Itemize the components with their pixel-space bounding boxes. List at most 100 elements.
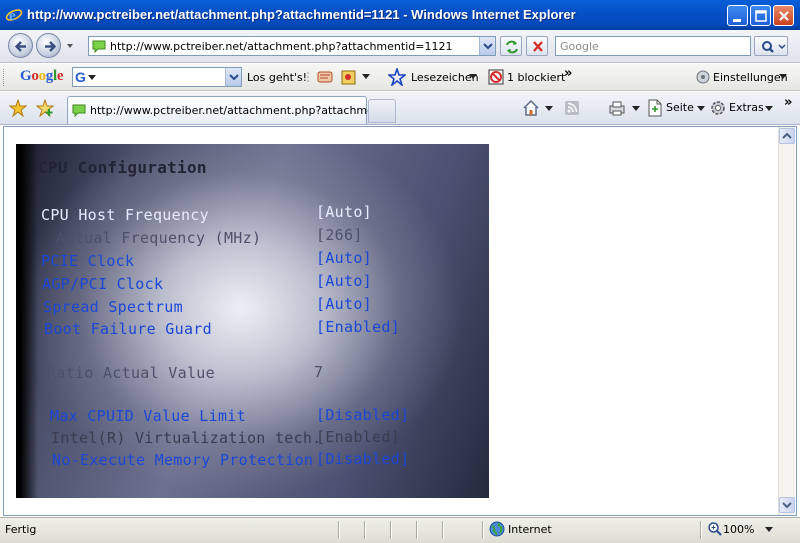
close-button[interactable]	[773, 5, 794, 26]
toolbar-grip	[3, 69, 6, 86]
internet-globe-icon	[489, 521, 505, 537]
home-icon[interactable]	[522, 99, 540, 117]
chevron-up-icon	[782, 132, 792, 139]
tools-menu-button[interactable]: Extras	[729, 101, 764, 114]
favorites-star-icon[interactable]	[9, 99, 27, 117]
page-favicon-icon	[72, 104, 86, 117]
bios-row-value: [Disabled]	[316, 406, 410, 424]
bios-row-value: [Enabled]	[316, 318, 400, 336]
toolbar-more-button[interactable]: »	[564, 66, 572, 81]
status-text: Fertig	[5, 523, 37, 536]
stop-button[interactable]	[526, 36, 548, 56]
address-url[interactable]: http://www.pctreiber.net/attachment.php?…	[110, 40, 452, 53]
forward-arrow-icon	[45, 41, 57, 52]
vertical-scrollbar[interactable]	[778, 127, 795, 515]
chevron-down-icon[interactable]	[632, 106, 640, 112]
scroll-up-button[interactable]	[779, 128, 795, 144]
history-dropdown-icon[interactable]	[66, 42, 74, 50]
commandbar-more-button[interactable]: »	[784, 95, 792, 110]
chevron-down-icon	[229, 74, 239, 81]
google-go-button[interactable]: Los geht's!	[247, 71, 307, 84]
stop-icon	[533, 41, 543, 52]
address-dropdown-button[interactable]	[479, 37, 495, 55]
google-g-icon: G	[75, 69, 86, 85]
google-search-input[interactable]: G	[72, 67, 242, 87]
chevron-down-icon[interactable]	[765, 527, 773, 533]
window-title: http://www.pctreiber.net/attachment.php?…	[27, 7, 576, 22]
close-icon	[779, 11, 789, 21]
bios-row-label: Actual Frequency (MHz)	[56, 229, 262, 247]
google-search-dropdown[interactable]	[225, 68, 241, 86]
search-input[interactable]: Google	[560, 40, 599, 53]
bios-row-label: Max CPUID Value Limit	[50, 407, 246, 425]
search-box[interactable]: Google	[555, 36, 751, 56]
address-bar[interactable]: http://www.pctreiber.net/attachment.php?…	[88, 36, 496, 56]
bios-row-value: [Auto]	[316, 249, 372, 267]
search-icon	[762, 41, 786, 53]
scroll-down-button[interactable]	[779, 497, 795, 513]
back-button[interactable]	[8, 33, 33, 58]
gear-icon[interactable]	[709, 99, 727, 117]
maximize-icon	[755, 10, 767, 22]
chevron-down-icon	[483, 43, 493, 50]
bios-row-label: No-Execute Memory Protection	[52, 451, 314, 469]
refresh-button[interactable]	[500, 36, 522, 56]
bios-row-value: [Disabled]	[316, 450, 410, 468]
page-menu-button[interactable]: Seite	[666, 101, 694, 114]
rss-feed-icon[interactable]	[564, 100, 580, 116]
security-zone-label: Internet	[508, 523, 552, 536]
chevron-down-icon	[782, 502, 792, 509]
zoom-icon[interactable]	[707, 521, 723, 537]
minimize-icon	[733, 19, 741, 22]
chevron-down-icon	[765, 106, 773, 111]
print-icon[interactable]	[607, 99, 627, 117]
puzzle-icon[interactable]	[339, 67, 359, 87]
bios-row-value: [Auto]	[316, 272, 372, 290]
refresh-icon	[506, 40, 518, 54]
forward-button[interactable]	[36, 33, 61, 58]
bios-row-value: [266]	[316, 226, 363, 244]
google-logo[interactable]: Google	[20, 68, 64, 85]
star-icon[interactable]	[388, 68, 406, 86]
bios-row-label: PCIE Clock	[41, 252, 135, 270]
bios-row-label: Boot Failure Guard	[44, 320, 212, 338]
bios-row-label: AGP/PCI Clock	[42, 275, 164, 293]
settings-wrench-icon	[696, 70, 710, 84]
zoom-level-button[interactable]: 100%	[723, 523, 754, 536]
chevron-down-icon	[697, 106, 705, 111]
new-tab-button[interactable]	[368, 99, 396, 123]
add-favorite-icon[interactable]	[36, 99, 54, 117]
bios-row-label: Ratio Actual Value	[47, 364, 215, 382]
bios-screenshot-image: CPU Configuration CPU Host Frequency [Au…	[16, 144, 489, 498]
chevron-down-icon	[88, 75, 96, 80]
bios-row-label: Intel(R) Virtualization tech.	[51, 429, 322, 447]
maximize-button[interactable]	[750, 5, 771, 26]
settings-button[interactable]: Einstellungen	[713, 71, 788, 84]
back-arrow-icon	[14, 41, 26, 52]
tab-label: http://www.pctreiber.net/attachment.php?…	[90, 104, 385, 117]
bios-row-value: 7	[314, 363, 324, 381]
bios-row-value: [Enabled]	[316, 428, 400, 446]
popup-blocker-icon[interactable]	[487, 68, 505, 86]
ie-logo-icon: e	[5, 8, 23, 24]
bios-row-value: [Auto]	[316, 295, 372, 313]
chevron-down-icon	[779, 74, 787, 79]
bios-title: CPU Configuration	[38, 158, 207, 177]
chevron-down-icon[interactable]	[545, 106, 553, 112]
separator-icon	[307, 72, 309, 84]
title-bar: e http://www.pctreiber.net/attachment.ph…	[0, 0, 800, 30]
bios-row-value: [Auto]	[316, 203, 372, 221]
svg-text:e: e	[9, 8, 16, 24]
bios-row-label: CPU Host Frequency	[41, 206, 209, 224]
bios-row-label: Spread Spectrum	[43, 298, 183, 316]
search-button[interactable]	[754, 36, 788, 56]
popup-blocker-label[interactable]: 1 blockiert	[507, 71, 565, 84]
tab-current[interactable]: http://www.pctreiber.net/attachment.php?…	[67, 96, 384, 124]
minimize-button[interactable]	[727, 5, 748, 26]
page-favicon-icon	[92, 40, 106, 53]
highlight-icon[interactable]	[316, 68, 334, 86]
chevron-down-icon[interactable]	[362, 74, 370, 80]
page-icon[interactable]	[647, 99, 663, 117]
chevron-down-icon	[469, 74, 477, 79]
status-bar	[0, 517, 800, 543]
